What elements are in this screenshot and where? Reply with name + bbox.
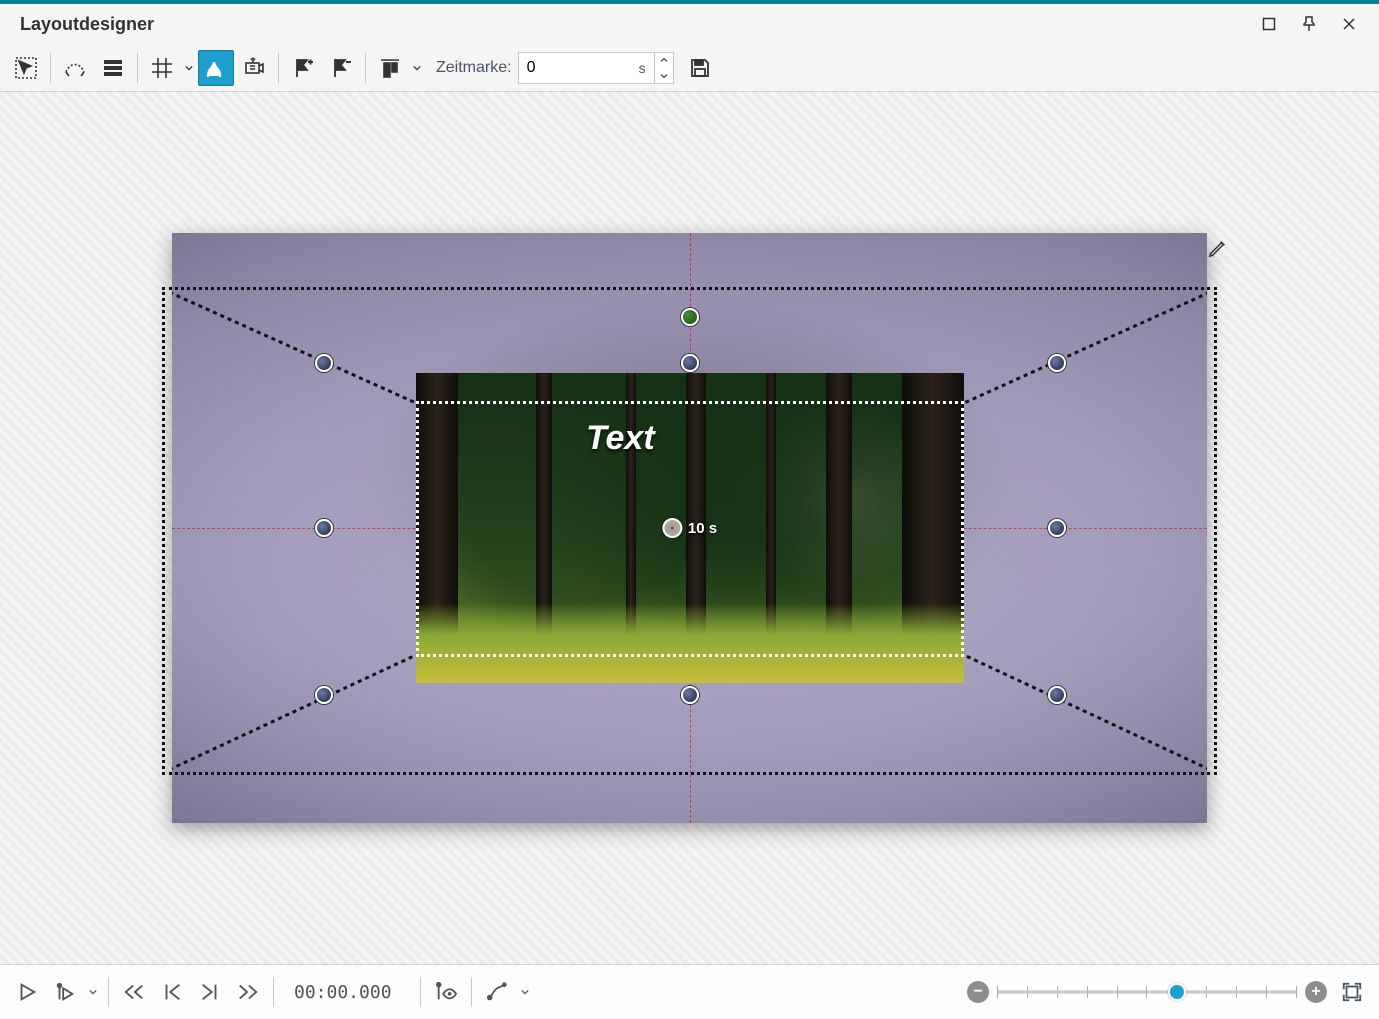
timestamp-spinner (654, 52, 673, 84)
timestamp-label: Zeitmarke: (436, 59, 512, 77)
toolbar-separator (278, 53, 279, 83)
play-from-marker-button[interactable] (48, 975, 82, 1009)
rewind-button[interactable] (117, 975, 151, 1009)
play-button[interactable] (10, 975, 44, 1009)
alignment-dropdown[interactable] (410, 50, 424, 86)
zoom-slider[interactable] (997, 982, 1297, 1002)
main-toolbar: Zeitmarke: s (0, 44, 1379, 92)
title-bar: Layoutdesigner (0, 0, 1379, 44)
zoom-control: − + (967, 975, 1369, 1009)
timestamp-field-wrap: s (518, 52, 674, 84)
window-title: Layoutdesigner (20, 14, 1249, 35)
canvas-area[interactable]: Text 10 s (0, 92, 1379, 965)
resize-handle-bottom[interactable] (681, 686, 699, 704)
keyframe-remove-button[interactable] (323, 50, 359, 86)
timestamp-unit: s (639, 60, 654, 76)
resize-handle-br[interactable] (1048, 686, 1066, 704)
path-display-dropdown[interactable] (518, 974, 532, 1010)
timecode-display: 00:00.000 (282, 982, 412, 1003)
zoom-fit-button[interactable] (1335, 975, 1369, 1009)
window-close-button[interactable] (1329, 4, 1369, 44)
selection-tool-button[interactable] (8, 50, 44, 86)
player-separator (108, 977, 109, 1007)
alignment-button[interactable] (372, 50, 408, 86)
player-separator (471, 977, 472, 1007)
next-frame-button[interactable] (193, 975, 227, 1009)
fast-forward-button[interactable] (231, 975, 265, 1009)
zoom-slider-thumb[interactable] (1170, 985, 1184, 999)
grid-button[interactable] (144, 50, 180, 86)
timestamp-step-down[interactable] (655, 68, 673, 84)
path-display-button[interactable] (480, 975, 514, 1009)
player-separator (273, 977, 274, 1007)
window-pin-button[interactable] (1289, 4, 1329, 44)
rotation-handle[interactable] (681, 308, 699, 326)
marker-visibility-button[interactable] (429, 975, 463, 1009)
curve-marquee-button[interactable] (57, 50, 93, 86)
canvas-stage[interactable]: Text 10 s (172, 233, 1207, 823)
resize-handle-tr[interactable] (1048, 354, 1066, 372)
prev-frame-button[interactable] (155, 975, 189, 1009)
camera-frame-button[interactable] (236, 50, 272, 86)
resize-handle-top[interactable] (681, 354, 699, 372)
timestamp-step-up[interactable] (655, 52, 673, 68)
toolbar-separator (365, 53, 366, 83)
save-button[interactable] (682, 50, 718, 86)
timestamp-input[interactable] (519, 55, 639, 81)
keyframe-time-label: 10 s (688, 520, 717, 537)
resize-handle-right[interactable] (1048, 519, 1066, 537)
play-options-dropdown[interactable] (86, 974, 100, 1010)
zoom-in-button[interactable]: + (1305, 981, 1327, 1003)
toolbar-separator (50, 53, 51, 83)
motion-path-button[interactable] (198, 50, 234, 86)
player-bar: 00:00.000 − + (0, 965, 1379, 1019)
resize-handle-bl[interactable] (315, 686, 333, 704)
edit-pencil-button[interactable] (1207, 237, 1231, 261)
text-overlay[interactable]: Text (586, 419, 655, 458)
toolbar-separator (137, 53, 138, 83)
keyframe-center-mark[interactable]: 10 s (662, 518, 717, 538)
grid-dropdown[interactable] (182, 50, 196, 86)
player-separator (420, 977, 421, 1007)
resize-handle-left[interactable] (315, 519, 333, 537)
keyframe-add-button[interactable] (285, 50, 321, 86)
resize-handle-tl[interactable] (315, 354, 333, 372)
center-target-icon (662, 518, 682, 538)
window-restore-button[interactable] (1249, 4, 1289, 44)
layers-button[interactable] (95, 50, 131, 86)
zoom-out-button[interactable]: − (967, 981, 989, 1003)
